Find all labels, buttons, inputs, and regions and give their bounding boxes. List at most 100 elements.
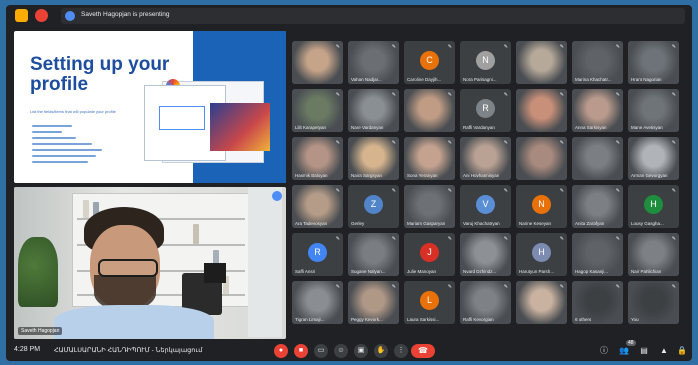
participant-tile[interactable]: ✎ Naira Sargsyan [348,137,399,180]
participant-tile[interactable]: ✎ You [628,281,679,324]
participant-tile[interactable]: N ✎ Nora Parisagni... [460,41,511,84]
mic-muted-icon: ✎ [559,188,564,194]
participant-tile[interactable]: ✎ Peggy Kevork... [348,281,399,324]
mic-muted-icon: ✎ [503,236,508,242]
presentation-slide[interactable]: Setting up your profile List the fields/… [14,31,286,183]
mic-muted-icon: ✎ [559,236,564,242]
participant-name: Vahan Nadjar... [351,77,382,82]
participant-tile[interactable]: N ✎ Narine Keseyan [516,185,567,228]
participant-name: Caroline Dayjih... [407,77,442,82]
app-logo-icon[interactable] [15,9,28,22]
participant-tile[interactable]: ✎ Vahan Nadjar... [348,41,399,84]
participant-name: Ara Tadevosyan [295,221,328,226]
participant-tile[interactable]: ✎ [404,89,455,132]
participant-name: Hrant Nagorian [631,77,662,82]
participant-tile[interactable]: J ✎ Julie Manoyan [404,233,455,276]
participant-name: Ani Hovhannisyan [463,173,500,178]
participant-tile[interactable]: H ✎ Lousy Gasgha... [628,185,679,228]
mic-off-icon[interactable]: ● [274,344,288,358]
more-options-icon[interactable]: ⋮ [394,344,408,358]
participant-tile[interactable]: V ✎ Varuj Khachatryan [460,185,511,228]
participant-avatar: N [532,195,551,214]
people-icon[interactable]: 👥 [618,345,630,357]
activities-icon[interactable]: ▲ [658,345,670,357]
info-icon[interactable]: ⓘ [598,345,610,357]
mic-muted-icon: ✎ [671,92,676,98]
mic-muted-icon: ✎ [671,140,676,146]
meeting-title: ՀԱՄԱԼՍԱՐԱՆԻ ՀԱՆԴԻՊՈՒՄ - Ներկայացում [54,347,203,354]
slide-bullet [32,131,62,133]
mic-muted-icon: ✎ [671,284,676,290]
participant-tile[interactable]: ✎ Lilit Karapetyan [292,89,343,132]
mic-muted-icon: ✎ [447,92,452,98]
participant-tile[interactable]: H ✎ Harutyun Parsh... [516,233,567,276]
participant-name: 6 others [575,317,592,322]
leave-call-icon[interactable]: ☎ [411,344,435,358]
mic-muted-icon: ✎ [559,92,564,98]
participant-tile[interactable]: ✎ Arman Gevorgyan [628,137,679,180]
participant-avatar: N [476,51,495,70]
participant-tile[interactable]: ✎ Raffi Kevorgian [460,281,511,324]
participant-name: Sugane Nalyan... [351,269,386,274]
participant-tile[interactable]: ✎ Nvard Dzhindz... [460,233,511,276]
mic-muted-icon: ✎ [335,44,340,50]
participant-tile[interactable]: ✎ Mariam Gasparyan [404,185,455,228]
participant-tile[interactable]: Z ✎ Gerley [348,185,399,228]
participant-tile[interactable]: ✎ Nare Vardanyan [348,89,399,132]
participant-tile[interactable]: ✎ [516,281,567,324]
participant-tile[interactable]: ✎ [516,89,567,132]
chat-icon[interactable]: ▤ [638,345,650,357]
participant-tile[interactable]: ✎ Mane Avetisyan [628,89,679,132]
record-icon[interactable] [35,9,48,22]
participant-tile[interactable]: ✎ Sona Yeranyan [404,137,455,180]
participant-tile[interactable]: ✎ Hagop Kasanji... [572,233,623,276]
participant-tile[interactable]: L ✎ Laura Sarkissi... [404,281,455,324]
participant-name: Mariam Gasparyan [407,221,446,226]
participant-tile[interactable]: ✎ [516,41,567,84]
bottom-bar: 4:28 PM ՀԱՄԱԼՍԱՐԱՆԻ ՀԱՆԴԻՊՈՒՄ - Ներկայաց… [6,340,692,361]
participant-tile[interactable]: ✎ Hrant Nagorian [628,41,679,84]
host-controls-icon[interactable]: 🔒 [676,345,688,357]
mic-muted-icon: ✎ [391,284,396,290]
plant [18,237,58,307]
participant-tile[interactable]: ✎ Hasmik Baloyan [292,137,343,180]
mic-muted-icon: ✎ [391,44,396,50]
participant-tile[interactable]: ✎ 6 others [572,281,623,324]
participant-tile[interactable]: R ✎ Saffi Ansri [292,233,343,276]
participant-name: Nair Pahlichian [631,269,662,274]
mic-muted-icon: ✎ [447,140,452,146]
participant-tile[interactable]: ✎ Sugane Nalyan... [348,233,399,276]
slide-bullet [32,143,92,145]
mic-muted-icon: ✎ [335,236,340,242]
presenter-shirt [54,305,214,339]
participant-tile[interactable]: ✎ [572,137,623,180]
participant-name: Raffi Vardanyan [463,125,495,130]
participant-tile[interactable]: ✎ [292,41,343,84]
presenter-video[interactable]: Saveth Hagopjan [14,187,286,339]
participant-tile[interactable]: ✎ Nair Pahlichian [628,233,679,276]
mic-muted-icon: ✎ [447,236,452,242]
participant-name: Lilit Karapetyan [295,125,327,130]
participant-tile[interactable]: ✎ [516,137,567,180]
participant-tile[interactable]: ✎ Anna Sarkisyan [572,89,623,132]
mic-muted-icon: ✎ [615,140,620,146]
participant-tile[interactable]: ✎ Anita Zarafyan [572,185,623,228]
captions-icon[interactable]: ▭ [314,344,328,358]
participant-tile[interactable]: ✎ Ani Hovhannisyan [460,137,511,180]
participant-name: Mane Avetisyan [631,125,663,130]
raise-hand-icon[interactable]: ✋ [374,344,388,358]
camera-off-icon[interactable]: ■ [294,344,308,358]
participant-tile[interactable]: ✎ Ara Tadevosyan [292,185,343,228]
participant-avatar: Z [364,195,383,214]
mic-muted-icon: ✎ [559,140,564,146]
participant-avatar: H [532,243,551,262]
participant-tile[interactable]: ✎ Tigran Limaji... [292,281,343,324]
participant-tile[interactable]: ✎ Marina Khachatr... [572,41,623,84]
presenting-banner[interactable]: Saveth Hagopjan is presenting [61,8,685,24]
participant-tile[interactable]: C ✎ Caroline Dayjih... [404,41,455,84]
participant-tile[interactable]: R ✎ Raffi Vardanyan [460,89,511,132]
present-icon[interactable]: ▣ [354,344,368,358]
participant-avatar: C [420,51,439,70]
people-count-badge: 48 [626,340,636,346]
emoji-icon[interactable]: ☺ [334,344,348,358]
